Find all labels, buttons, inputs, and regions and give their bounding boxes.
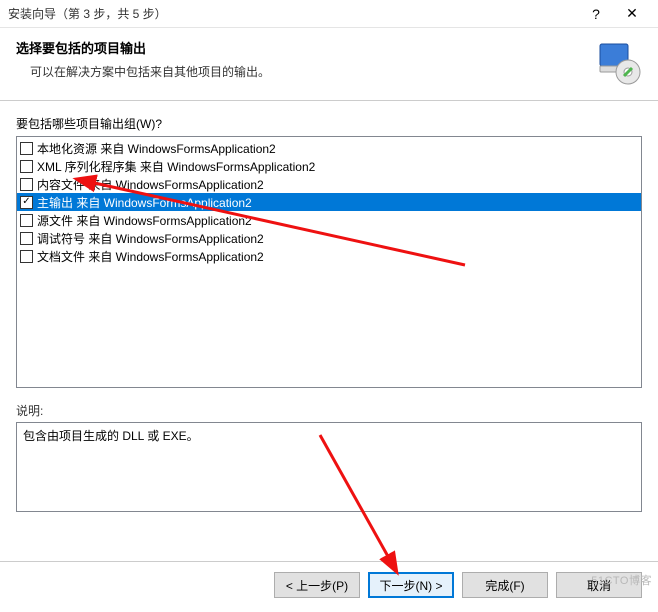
list-item[interactable]: 内容文件 来自 WindowsFormsApplication2 [17,175,641,193]
window-title: 安装向导（第 3 步，共 5 步） [8,5,578,22]
help-button[interactable]: ? [578,3,614,25]
list-item[interactable]: 源文件 来自 WindowsFormsApplication2 [17,211,641,229]
checkbox[interactable] [20,178,33,191]
page-subtitle: 可以在解决方案中包括来自其他项目的输出。 [16,63,594,80]
finish-button[interactable]: 完成(F) [462,572,548,598]
checkbox[interactable]: ✓ [20,196,33,209]
list-item-label: 文档文件 来自 WindowsFormsApplication2 [37,248,264,265]
wizard-icon [594,38,642,86]
title-bar: 安装向导（第 3 步，共 5 步） ? ✕ [0,0,658,28]
checkbox[interactable] [20,214,33,227]
page-title: 选择要包括的项目输出 [16,38,594,57]
checkbox[interactable] [20,142,33,155]
list-item-label: 调试符号 来自 WindowsFormsApplication2 [37,230,264,247]
checkbox[interactable] [20,160,33,173]
list-item[interactable]: 本地化资源 来自 WindowsFormsApplication2 [17,139,641,157]
wizard-header: 选择要包括的项目输出 可以在解决方案中包括来自其他项目的输出。 [0,28,658,101]
close-button[interactable]: ✕ [614,3,650,25]
list-item-label: 主输出 来自 WindowsFormsApplication2 [37,194,252,211]
wizard-footer: < 上一步(P) 下一步(N) > 完成(F) 取消 [0,561,658,612]
list-item[interactable]: XML 序列化程序集 来自 WindowsFormsApplication2 [17,157,641,175]
list-item-label: XML 序列化程序集 来自 WindowsFormsApplication2 [37,158,315,175]
back-button[interactable]: < 上一步(P) [274,572,360,598]
list-item-label: 源文件 来自 WindowsFormsApplication2 [37,212,252,229]
watermark: 51CTO博客 [591,572,652,588]
list-item[interactable]: 文档文件 来自 WindowsFormsApplication2 [17,247,641,265]
wizard-content: 要包括哪些项目输出组(W)? 本地化资源 来自 WindowsFormsAppl… [0,101,658,520]
outputs-group-label: 要包括哪些项目输出组(W)? [16,115,642,132]
list-item[interactable]: 调试符号 来自 WindowsFormsApplication2 [17,229,641,247]
description-label: 说明: [16,402,642,419]
project-output-list[interactable]: 本地化资源 来自 WindowsFormsApplication2XML 序列化… [16,136,642,388]
next-button[interactable]: 下一步(N) > [368,572,454,598]
description-box: 包含由项目生成的 DLL 或 EXE。 [16,422,642,512]
list-item[interactable]: ✓ 主输出 来自 WindowsFormsApplication2 [17,193,641,211]
list-item-label: 内容文件 来自 WindowsFormsApplication2 [37,176,264,193]
checkbox[interactable] [20,250,33,263]
checkbox[interactable] [20,232,33,245]
list-item-label: 本地化资源 来自 WindowsFormsApplication2 [37,140,276,157]
